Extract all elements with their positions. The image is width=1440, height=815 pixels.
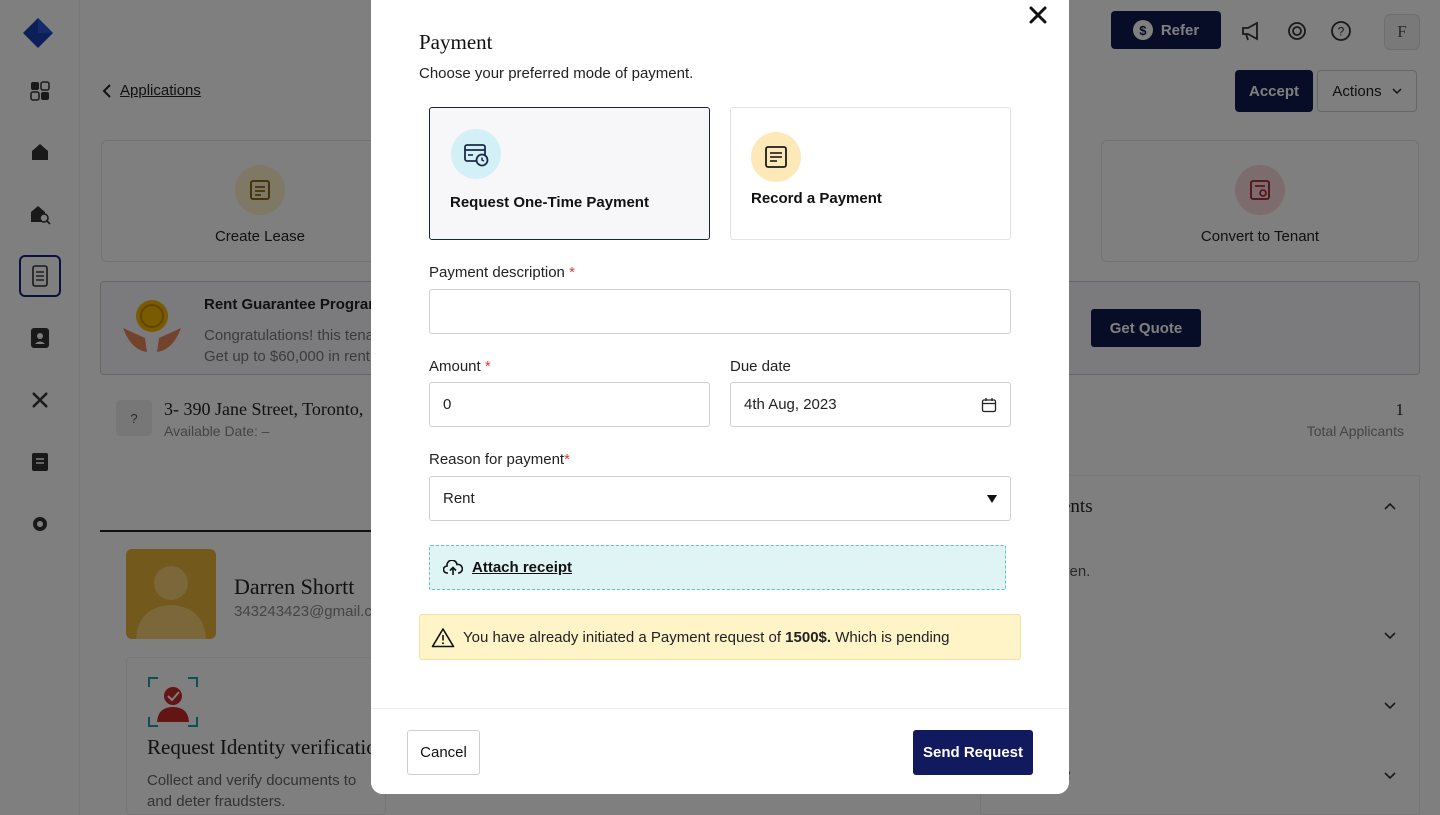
required-mark: * <box>569 264 575 281</box>
required-mark: * <box>564 451 570 468</box>
send-request-button[interactable]: Send Request <box>913 730 1033 775</box>
warning-prefix: You have already initiated a Payment req… <box>463 628 781 646</box>
payment-description-label: Payment description * <box>429 264 575 281</box>
modal-subtitle: Choose your preferred mode of payment. <box>419 65 694 82</box>
due-date-label: Due date <box>730 358 791 375</box>
close-icon[interactable] <box>1027 4 1049 26</box>
modal-footer: Cancel Send Request <box>371 708 1069 794</box>
payment-description-label-text: Payment description <box>429 264 565 281</box>
payment-description-input[interactable] <box>429 289 1011 334</box>
warning-amount: 1500$. <box>785 628 832 646</box>
pending-payment-warning: You have already initiated a Payment req… <box>419 614 1021 660</box>
record-a-payment-label: Record a Payment <box>751 190 882 207</box>
record-a-payment-option[interactable]: Record a Payment <box>730 107 1011 240</box>
reason-select[interactable]: Rent <box>429 476 1011 521</box>
reason-label-text: Reason for payment <box>429 451 565 468</box>
required-mark: * <box>484 358 491 375</box>
calendar-icon[interactable] <box>981 397 997 413</box>
dropdown-caret-icon <box>987 494 997 503</box>
reason-label: Reason for payment* <box>429 451 570 468</box>
warning-suffix: Which is pending <box>835 628 950 646</box>
receipt-icon <box>751 132 801 182</box>
payment-modal: Payment Choose your preferred mode of pa… <box>371 0 1069 794</box>
cancel-button[interactable]: Cancel <box>407 730 480 775</box>
due-date-value: 4th Aug, 2023 <box>744 396 837 413</box>
modal-title: Payment <box>419 30 493 54</box>
amount-input[interactable] <box>429 382 710 427</box>
warning-triangle-icon <box>431 627 455 647</box>
due-date-picker[interactable]: 4th Aug, 2023 <box>730 382 1011 427</box>
amount-label-text: Amount <box>429 358 481 375</box>
request-one-time-payment-option[interactable]: Request One-Time Payment <box>429 107 710 240</box>
cloud-upload-icon <box>443 559 463 575</box>
reason-selected-value: Rent <box>443 490 475 507</box>
request-one-time-payment-label: Request One-Time Payment <box>450 194 649 211</box>
payment-request-icon <box>451 129 501 179</box>
attach-receipt-button[interactable]: Attach receipt <box>429 545 1006 590</box>
attach-receipt-label: Attach receipt <box>472 559 573 576</box>
amount-label: Amount * <box>429 358 491 375</box>
